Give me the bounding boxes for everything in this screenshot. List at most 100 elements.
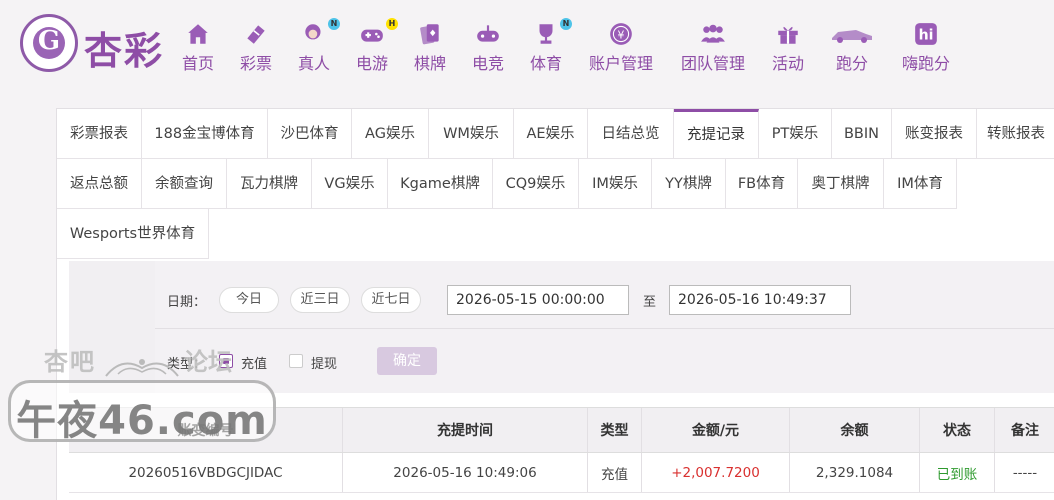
logo-mark: G (37, 26, 61, 56)
tab-188-sports[interactable]: 188金宝博体育 (142, 109, 268, 159)
car-icon (828, 20, 876, 48)
end-date-input[interactable]: 2026-05-16 10:49:37 (669, 285, 851, 315)
site-logo[interactable]: G 杏彩 (20, 14, 170, 76)
nav-label: 彩票 (239, 54, 272, 73)
ticket-icon (238, 20, 274, 48)
date-label: 日期： (167, 295, 207, 310)
nav-sports[interactable]: N 体育 (528, 18, 572, 76)
nav-esports[interactable]: 电竞 (470, 20, 506, 76)
col-header-balance: 余额 (790, 408, 920, 452)
tab-im-sports[interactable]: IM体育 (884, 159, 957, 209)
logo-text: 杏彩 (84, 29, 165, 73)
new-badge: N (328, 18, 340, 30)
tab-wesports[interactable]: Wesports世界体育 (57, 209, 209, 259)
type-deposit-radio[interactable] (219, 354, 233, 368)
tab-bbin[interactable]: BBIN (832, 109, 892, 159)
tab-im-entertainment[interactable]: IM娱乐 (579, 159, 652, 209)
filter-divider (155, 328, 1054, 329)
nav-label: 首页 (181, 54, 214, 73)
col-header-status: 状态 (920, 408, 995, 452)
tab-wm[interactable]: WM娱乐 (429, 109, 514, 159)
nav-team[interactable]: 团队管理 (678, 20, 748, 76)
nav-run-score[interactable]: 跑分 (828, 20, 876, 76)
tab-daily-summary[interactable]: 日结总览 (588, 109, 674, 159)
joystick-icon (470, 20, 506, 48)
nav-label: 账户管理 (588, 54, 653, 73)
top-nav-bar: G 杏彩 首页 彩票 N 真人 H 电游 棋牌 电竞 N 体育 ¥ 账户管理 团… (0, 0, 1054, 96)
type-withdraw-radio[interactable] (289, 354, 303, 368)
filter-form: 日期： 今日 近三日 近七日 2026-05-15 00:00:00 至 202… (155, 261, 1054, 393)
quick-seven-days-button[interactable]: 近七日 (361, 287, 421, 313)
to-label: 至 (643, 295, 657, 310)
cell-type: 充值 (588, 453, 642, 492)
gift-icon (770, 20, 806, 48)
col-header-amount: 金额/元 (642, 408, 790, 452)
tab-ag[interactable]: AG娱乐 (352, 109, 429, 159)
col-header-remark: 备注 (1011, 423, 1039, 439)
nav-account[interactable]: ¥ 账户管理 (586, 20, 656, 76)
dealer-icon: N (296, 18, 340, 48)
tab-saba-sports[interactable]: 沙巴体育 (268, 109, 352, 159)
svg-text:¥: ¥ (618, 28, 625, 41)
tab-rebate-total[interactable]: 返点总额 (57, 159, 142, 209)
tab-lottery-report[interactable]: 彩票报表 (57, 109, 142, 159)
tab-fb-sports[interactable]: FB体育 (726, 159, 798, 209)
nav-chess[interactable]: 棋牌 (412, 20, 448, 76)
cell-time: 2026-05-16 10:49:06 (343, 453, 588, 492)
cards-icon (412, 20, 448, 48)
hot-badge: H (386, 18, 398, 30)
nav-label: 电竞 (471, 54, 504, 73)
hi-logo-icon: hi (898, 20, 954, 48)
type-deposit-label[interactable]: 充值 (241, 353, 267, 372)
table-header: 账变编号 充提时间 类型 金额/元 余额 状态 备注 (69, 407, 1054, 453)
quick-today-button[interactable]: 今日 (219, 287, 279, 313)
nav-live[interactable]: N 真人 (296, 18, 340, 76)
report-tabs: 彩票报表 188金宝博体育 沙巴体育 AG娱乐 WM娱乐 AE娱乐 日结总览 充… (57, 109, 1054, 261)
nav-label: 体育 (529, 54, 562, 73)
start-date-input[interactable]: 2026-05-15 00:00:00 (447, 285, 629, 315)
nav-promo[interactable]: 活动 (770, 20, 806, 76)
tab-cq9[interactable]: CQ9娱乐 (493, 159, 579, 209)
tab-odin-chess[interactable]: 奥丁棋牌 (798, 159, 884, 209)
type-label: 类型： (167, 357, 207, 372)
nav-label: 电游 (355, 54, 388, 73)
cell-amount: +2,007.7200 (642, 453, 790, 492)
filter-area: 日期： 今日 近三日 近七日 2026-05-15 00:00:00 至 202… (69, 261, 1054, 393)
report-panel: 彩票报表 188金宝博体育 沙巴体育 AG娱乐 WM娱乐 AE娱乐 日结总览 充… (56, 108, 1054, 500)
cell-status: 已到账 (920, 453, 995, 492)
nav-label: 嗨跑分 (901, 54, 950, 73)
col-header-id: 账变编号 (69, 408, 343, 452)
nav-home[interactable]: 首页 (180, 20, 216, 76)
cell-balance: 2,329.1084 (790, 453, 920, 492)
col-header-type: 类型 (588, 408, 642, 452)
tab-vg[interactable]: VG娱乐 (312, 159, 388, 209)
nav-egame[interactable]: H 电游 (354, 18, 398, 76)
confirm-button[interactable]: 确定 (377, 347, 437, 375)
table-row[interactable]: 20260516VBDGCJIDAC 2026-05-16 10:49:06 充… (69, 453, 1054, 493)
tab-transfer-report[interactable]: 转账报表 (977, 109, 1054, 159)
tab-deposit-withdraw-records[interactable]: 充提记录 (674, 109, 759, 159)
nav-label: 棋牌 (413, 54, 446, 73)
tab-pt[interactable]: PT娱乐 (759, 109, 832, 159)
tab-kgame-chess[interactable]: Kgame棋牌 (388, 159, 493, 209)
home-icon (180, 20, 216, 48)
nav-label: 真人 (297, 54, 330, 73)
tab-wali-chess[interactable]: 瓦力棋牌 (227, 159, 312, 209)
tab-balance-query[interactable]: 余额查询 (142, 159, 227, 209)
trophy-icon: N (528, 18, 572, 48)
gamepad-icon: H (354, 18, 398, 48)
tab-yy-chess[interactable]: YY棋牌 (652, 159, 726, 209)
cell-id: 20260516VBDGCJIDAC (69, 453, 343, 492)
type-withdraw-label[interactable]: 提现 (311, 353, 337, 372)
new-badge: N (560, 18, 572, 30)
cell-remark: ----- (1012, 464, 1038, 481)
nav-hi-run-score[interactable]: hi 嗨跑分 (898, 20, 954, 76)
col-header-time: 充提时间 (343, 408, 588, 452)
tab-ae[interactable]: AE娱乐 (514, 109, 588, 159)
quick-three-days-button[interactable]: 近三日 (290, 287, 350, 313)
nav-label: 活动 (771, 54, 804, 73)
hi-logo-glyph: hi (919, 27, 934, 43)
nav-lottery[interactable]: 彩票 (238, 20, 274, 76)
tab-account-change-report[interactable]: 账变报表 (892, 109, 977, 159)
yen-coin-icon: ¥ (586, 20, 656, 48)
